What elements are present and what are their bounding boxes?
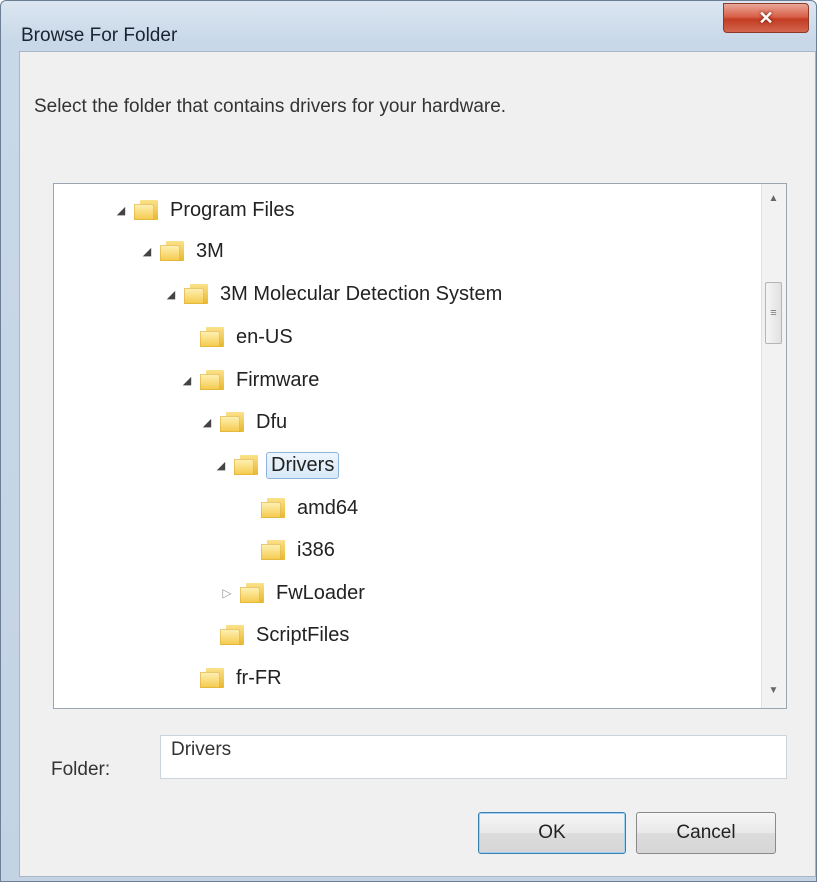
folder-icon	[200, 668, 224, 688]
tree-item-label: 3M Molecular Detection System	[220, 282, 503, 305]
vertical-scrollbar[interactable]: ▲ ≡ ▼	[761, 184, 786, 708]
expanded-triangle-icon[interactable]: ◢	[200, 416, 214, 429]
folder-field-label: Folder:	[51, 759, 111, 780]
folder-icon	[240, 583, 264, 603]
tree-item-label: ScriptFiles	[256, 623, 350, 646]
cancel-button[interactable]: Cancel	[636, 812, 776, 854]
folder-tree[interactable]: ◢ Program Files ◢ 3M ◢ 3M Molecular Dete…	[53, 183, 787, 709]
title-bar[interactable]: Browse For Folder ✕	[1, 1, 816, 46]
folder-icon	[184, 284, 208, 304]
tree-item-fr-fr[interactable]: fr-FR	[180, 662, 286, 694]
tree-item-label: fr-FR	[236, 666, 282, 689]
close-icon: ✕	[758, 7, 774, 28]
ok-button[interactable]: OK	[478, 812, 626, 854]
folder-icon	[220, 412, 244, 432]
instruction-text: Select the folder that contains drivers …	[34, 96, 507, 117]
tree-item-label: en-US	[236, 325, 293, 348]
folder-icon	[234, 455, 258, 475]
folder-icon	[160, 241, 184, 261]
tree-item-label: amd64	[297, 496, 359, 519]
expanded-triangle-icon[interactable]: ◢	[214, 459, 228, 472]
tree-item-label: 3M	[196, 239, 224, 262]
tree-item-3m-molecular-detection-system[interactable]: ◢ 3M Molecular Detection System	[164, 278, 506, 310]
tree-item-label: Program Files	[170, 198, 295, 221]
tree-item-label: Firmware	[236, 368, 320, 391]
tree-item-3m[interactable]: ◢ 3M	[140, 235, 228, 267]
tree-item-label: i386	[297, 538, 335, 561]
expanded-triangle-icon[interactable]: ◢	[180, 374, 194, 387]
folder-icon	[261, 540, 285, 560]
tree-item-label: Dfu	[256, 410, 288, 433]
tree-item-program-files[interactable]: ◢ Program Files	[114, 194, 298, 226]
expanded-triangle-icon[interactable]: ◢	[114, 204, 128, 217]
expanded-triangle-icon[interactable]: ◢	[164, 288, 178, 301]
collapsed-triangle-icon[interactable]: ▷	[220, 586, 234, 600]
scroll-down-arrow-icon[interactable]: ▼	[764, 682, 783, 700]
folder-icon	[200, 327, 224, 347]
expanded-triangle-icon[interactable]: ◢	[140, 245, 154, 258]
tree-item-scriptfiles[interactable]: ScriptFiles	[200, 619, 353, 651]
tree-item-dfu[interactable]: ◢ Dfu	[200, 406, 291, 438]
grip-icon: ≡	[770, 307, 777, 319]
tree-item-label-selected: Drivers	[266, 451, 340, 479]
folder-icon	[200, 370, 224, 390]
folder-icon	[134, 200, 158, 220]
tree-item-i386[interactable]: i386	[241, 534, 339, 566]
tree-item-drivers[interactable]: ◢ Drivers	[214, 449, 340, 481]
scroll-up-arrow-icon[interactable]: ▲	[764, 190, 783, 208]
tree-item-label: FwLoader	[276, 581, 365, 604]
tree-item-en-us[interactable]: en-US	[180, 321, 297, 353]
tree-item-firmware[interactable]: ◢ Firmware	[180, 364, 323, 396]
tree-item-amd64[interactable]: amd64	[241, 492, 362, 524]
folder-icon	[261, 498, 285, 518]
tree-item-fwloader[interactable]: ▷ FwLoader	[220, 577, 369, 609]
folder-field[interactable]	[160, 735, 787, 779]
scrollbar-thumb[interactable]: ≡	[765, 282, 782, 344]
close-button[interactable]: ✕	[723, 3, 809, 33]
window-title: Browse For Folder	[21, 25, 178, 46]
folder-icon	[220, 625, 244, 645]
